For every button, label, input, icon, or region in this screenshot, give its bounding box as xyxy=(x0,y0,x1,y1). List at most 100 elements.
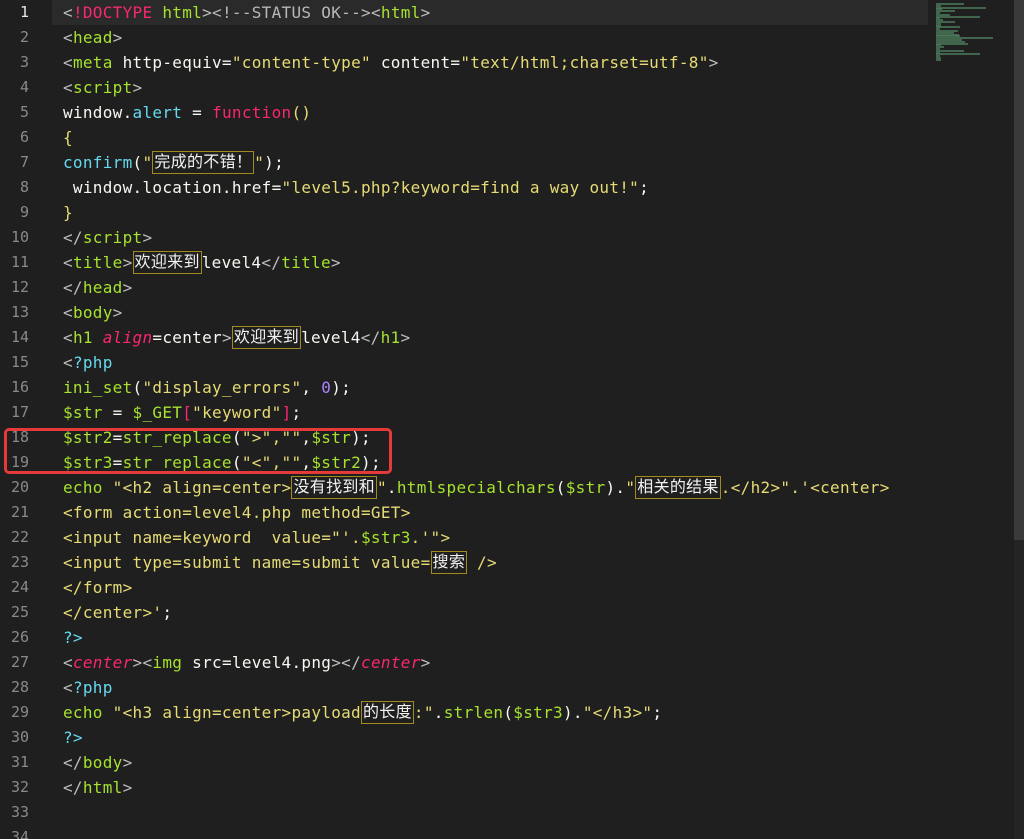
line-number: 27 xyxy=(10,653,29,671)
line-number: 22 xyxy=(10,528,29,546)
code-token: <input type=submit name=submit value= xyxy=(63,553,431,572)
line-number: 28 xyxy=(10,678,29,696)
code-token: ); xyxy=(264,153,285,172)
line-number: 33 xyxy=(10,803,29,821)
code-text[interactable]: echo "<h2 align=center> 没有找到和 ".htmlspecia… xyxy=(63,475,890,500)
code-token: htmlspecialchars xyxy=(396,478,556,497)
code-token: =center xyxy=(152,328,222,347)
minimap[interactable] xyxy=(930,0,1024,839)
code-token: ini_set xyxy=(63,378,133,397)
code-token: content= xyxy=(370,53,461,72)
code-token: $str3 xyxy=(513,703,563,722)
code-text[interactable]: { xyxy=(63,125,73,150)
code-token: ] xyxy=(281,403,292,422)
code-token: ; xyxy=(162,603,173,622)
code-token: > xyxy=(221,328,232,347)
code-token: alert xyxy=(132,103,183,122)
code-token: echo xyxy=(63,478,103,497)
code-text[interactable]: <!DOCTYPE html><!--STATUS OK--><html> xyxy=(63,0,431,25)
code-token: h1 xyxy=(72,328,103,347)
cjk-text-token: 欢迎来到 xyxy=(132,251,202,274)
code-token: > xyxy=(122,278,133,297)
code-text[interactable]: ?> xyxy=(63,725,83,750)
code-text[interactable]: <?php xyxy=(63,675,113,700)
code-text[interactable]: <h1 align=center> 欢迎来到 level4</h1> xyxy=(63,325,410,350)
code-text[interactable]: window.location.href="level5.php?keyword… xyxy=(63,175,649,200)
code-text[interactable]: </html> xyxy=(63,775,133,800)
code-token: " xyxy=(142,153,153,172)
code-text[interactable]: $str = $_GET["keyword"]; xyxy=(63,400,301,425)
code-text[interactable]: <?php xyxy=(63,350,113,375)
code-token: 0 xyxy=(321,378,332,397)
code-token: strlen xyxy=(443,703,504,722)
code-token: src=level4.png xyxy=(182,653,332,672)
code-text[interactable]: </script> xyxy=(63,225,152,250)
code-token: .</h2>".'<center> xyxy=(720,478,890,497)
code-token: . xyxy=(386,478,397,497)
code-token: ; xyxy=(639,178,650,197)
code-token: confirm xyxy=(63,153,133,172)
code-token: "level5.php?keyword=find a way out!" xyxy=(281,178,640,197)
code-token: < xyxy=(63,653,73,672)
code-token: $_GET xyxy=(132,403,183,422)
cjk-text-token: 的长度 xyxy=(361,701,414,724)
code-token: window. xyxy=(63,103,133,122)
cjk-text-token: 搜索 xyxy=(430,551,468,574)
code-token: } xyxy=(63,203,73,222)
minimap-line xyxy=(936,15,981,18)
cjk-text-token: 相关的结果 xyxy=(635,476,721,499)
code-text[interactable]: <input name=keyword value="'.$str3.'"> xyxy=(63,525,450,550)
code-text[interactable]: <title> 欢迎来到 level4</title> xyxy=(63,250,341,275)
code-text[interactable]: ?> xyxy=(63,625,83,650)
code-token: title xyxy=(281,253,331,272)
code-text[interactable]: <meta http-equiv="content-type" content=… xyxy=(63,50,719,75)
code-token: level4 xyxy=(201,253,262,272)
code-token: = xyxy=(182,103,213,122)
scrollbar-thumb[interactable] xyxy=(1014,0,1024,540)
line-number: 14 xyxy=(10,328,29,346)
code-token: , xyxy=(301,378,322,397)
minimap-line xyxy=(936,53,980,56)
code-text[interactable]: <form action=level4.php method=GET> xyxy=(63,500,411,525)
code-token: ></ xyxy=(331,653,362,672)
code-token: $str xyxy=(63,403,103,422)
code-token: ); xyxy=(331,378,352,397)
code-token: echo xyxy=(63,703,103,722)
code-token: html xyxy=(82,778,123,797)
code-text[interactable]: </center>'; xyxy=(63,600,172,625)
code-text[interactable]: ini_set("display_errors", 0); xyxy=(63,375,351,400)
code-editor[interactable]: 1 <!DOCTYPE html><!--STATUS OK--><html> 2 <… xyxy=(0,0,1024,839)
code-text[interactable]: <center><img src=level4.png></center> xyxy=(63,650,431,675)
code-token: " xyxy=(625,478,636,497)
code-token: [ xyxy=(182,403,193,422)
code-text[interactable]: <head> xyxy=(63,25,123,50)
cjk-text-token: 完成的不错！ xyxy=(152,151,255,174)
code-token: ( xyxy=(555,478,566,497)
code-text[interactable]: } xyxy=(63,200,73,225)
code-text[interactable]: </form> xyxy=(63,575,133,600)
code-text[interactable]: <script> xyxy=(63,75,142,100)
code-text[interactable]: </body> xyxy=(63,750,133,775)
code-text[interactable]: <input type=submit name=submit value= 搜索 … xyxy=(63,550,497,575)
line-number: 17 xyxy=(10,403,29,421)
code-token: > xyxy=(330,253,341,272)
code-token: img xyxy=(152,653,183,672)
line-number: 23 xyxy=(10,553,29,571)
code-token: center xyxy=(72,653,133,672)
minimap-line xyxy=(936,49,964,52)
code-token: "<h3 align=center>payload xyxy=(102,703,361,722)
code-token: > xyxy=(202,3,213,22)
line-number: 24 xyxy=(10,578,29,596)
code-text[interactable]: </head> xyxy=(63,275,133,300)
line-number: 30 xyxy=(10,728,29,746)
line-number: 11 xyxy=(10,253,29,271)
code-text[interactable]: window.alert = function() xyxy=(63,100,311,125)
code-token: > xyxy=(142,228,153,247)
code-token: .'"> xyxy=(410,528,451,547)
line-number: 7 xyxy=(19,153,29,171)
line-number: 20 xyxy=(10,478,29,496)
line-number: 10 xyxy=(10,228,29,246)
code-text[interactable]: echo "<h3 align=center>payload 的长度:".strl… xyxy=(63,700,662,725)
code-text[interactable]: <body> xyxy=(63,300,123,325)
code-text[interactable]: confirm(" 完成的不错！ "); xyxy=(63,150,284,175)
